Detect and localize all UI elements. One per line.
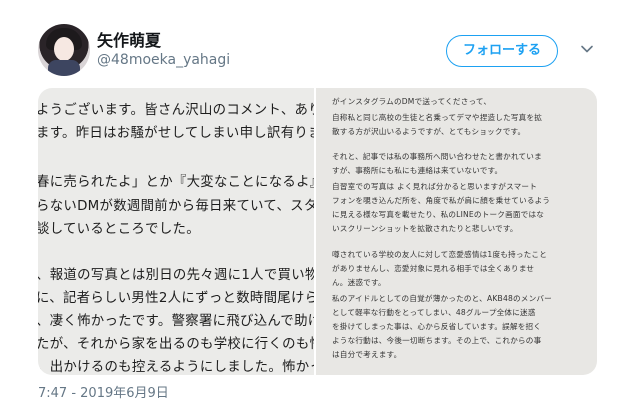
image-text-line: ん。迷惑です。 <box>332 278 386 287</box>
image-text-line: 、報道の写真とは別日の先々週に1人で買い物に出 <box>38 268 314 283</box>
image-text-line: がインスタグラムのDMで送ってくださって、 <box>332 97 492 106</box>
image-text-line: として軽率な行動をとってしまい、48グループ全体に迷惑 <box>332 308 536 317</box>
image-text-line: 散する方が沢山いるようですが、とてもショックです。 <box>332 127 526 136</box>
image-text-line: 自称私と同じ高校の生徒と名乗ってデマや捏造した写真を拡 <box>332 113 543 122</box>
image-text-line: がありませんし、恋愛対象に見れる相手では全くありませ <box>332 264 535 273</box>
display-name[interactable]: 矢作萌夏 <box>97 27 161 51</box>
image-text-line: それと、記事では私の事務所へ問い合わせたと書かれていま <box>332 152 542 161</box>
tweet-header: 矢作萌夏 @48moeka_yahagi フォローする <box>0 0 634 82</box>
image-text-line: 自習室での写真は よく見れば分かると思いますがスマート <box>332 182 538 191</box>
image-text-line: すが、事務所にも私にも連絡は来ていないです。 <box>332 166 503 175</box>
chevron-down-icon[interactable] <box>580 42 594 56</box>
image-text-line: フォンを覗き込んだ所を、角度で私が肩に顔を乗せているよう <box>332 196 551 205</box>
avatar[interactable] <box>38 24 90 76</box>
image-text-line: いスクリーンショットを拡散されたりと悲しいです。 <box>332 224 518 233</box>
image-text-line: らないDMが数週間前から毎日来ていて、スタッフ <box>38 199 314 214</box>
image-text-line: ような行動は、今後一切断ちます。その上で、これからの事 <box>332 336 542 345</box>
image-text-line: 噂されている学校の友人に対して恋愛感情は1度も持ったこと <box>332 250 548 259</box>
follow-button[interactable]: フォローする <box>446 35 558 67</box>
image-text-line: 談しているところでした。 <box>38 222 200 237</box>
image-text-line: たが、それから家を出るのも学校に行くのも怖く <box>38 337 314 352</box>
image-text-line: 。出かけるのも控えるようにしました。怖かった <box>38 360 314 375</box>
image-text-line: ようございます。皆さん沢山のコメント、ありがとう <box>38 103 314 118</box>
avatar-collar <box>48 60 80 76</box>
media-image-left[interactable]: ようございます。皆さん沢山のコメント、ありがとう ます。昨日はお騒がせしてしまい… <box>38 88 314 375</box>
image-text-line: ます。昨日はお騒がせしてしまい申し訳有りませ <box>38 126 314 141</box>
image-text-line: は自分で考えます。 <box>332 350 402 359</box>
image-text-line: を掛けてしまった事は、心から反省しています。誤解を招く <box>332 322 542 331</box>
user-handle[interactable]: @48moeka_yahagi <box>97 52 230 68</box>
image-text-line: に、記者らしい男性2人にずっと数時間尾けられて <box>38 291 314 306</box>
media-image-right[interactable]: がインスタグラムのDMで送ってくださって、 自称私と同じ高校の生徒と名乗ってデマ… <box>316 88 597 375</box>
image-text-line: 私のアイドルとしての自覚が薄かったのと、AKB48のメンバー <box>332 294 552 303</box>
tweet-media: ようございます。皆さん沢山のコメント、ありがとう ます。昨日はお騒がせしてしまい… <box>38 88 597 375</box>
image-text-line: に見える様な写真を載せたり、私のLINEのトーク画面ではな <box>332 210 545 219</box>
image-text-line: 、凄く怖かったです。警察署に飛び込んで助けて <box>38 314 314 329</box>
tweet-timestamp[interactable]: 7:47 - 2019年6月9日 <box>38 382 169 401</box>
image-text-line: 春に売られたよ」とか『大変なことになるよ』な <box>38 175 314 190</box>
avatar-face <box>54 37 74 61</box>
